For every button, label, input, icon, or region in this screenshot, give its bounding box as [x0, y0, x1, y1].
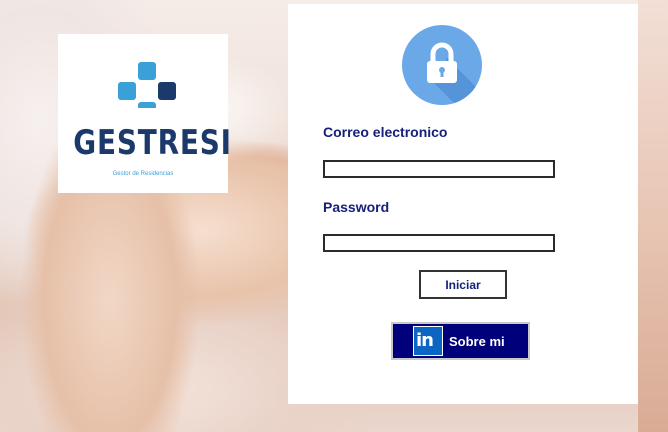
password-field[interactable] — [323, 234, 555, 252]
login-panel: Correo electronico Password Iniciar in S… — [288, 4, 638, 404]
medical-cross-icon — [118, 62, 176, 108]
background-photo-edge — [638, 0, 668, 432]
login-button[interactable]: Iniciar — [419, 270, 507, 299]
logo-card: GESTRESI Gestor de Residencias — [58, 34, 232, 193]
email-label: Correo electronico — [323, 124, 448, 140]
logo-tagline: Gestor de Residencias — [112, 171, 174, 177]
linkedin-glyph: in — [416, 330, 434, 351]
linkedin-icon: in — [413, 326, 443, 356]
about-me-label: Sobre mi — [449, 333, 505, 349]
logo-wordmark: GESTRESI — [73, 123, 232, 163]
lock-icon — [402, 25, 482, 105]
password-label: Password — [323, 199, 390, 215]
about-me-button[interactable]: in Sobre mi — [391, 322, 530, 360]
email-field[interactable] — [323, 160, 555, 178]
